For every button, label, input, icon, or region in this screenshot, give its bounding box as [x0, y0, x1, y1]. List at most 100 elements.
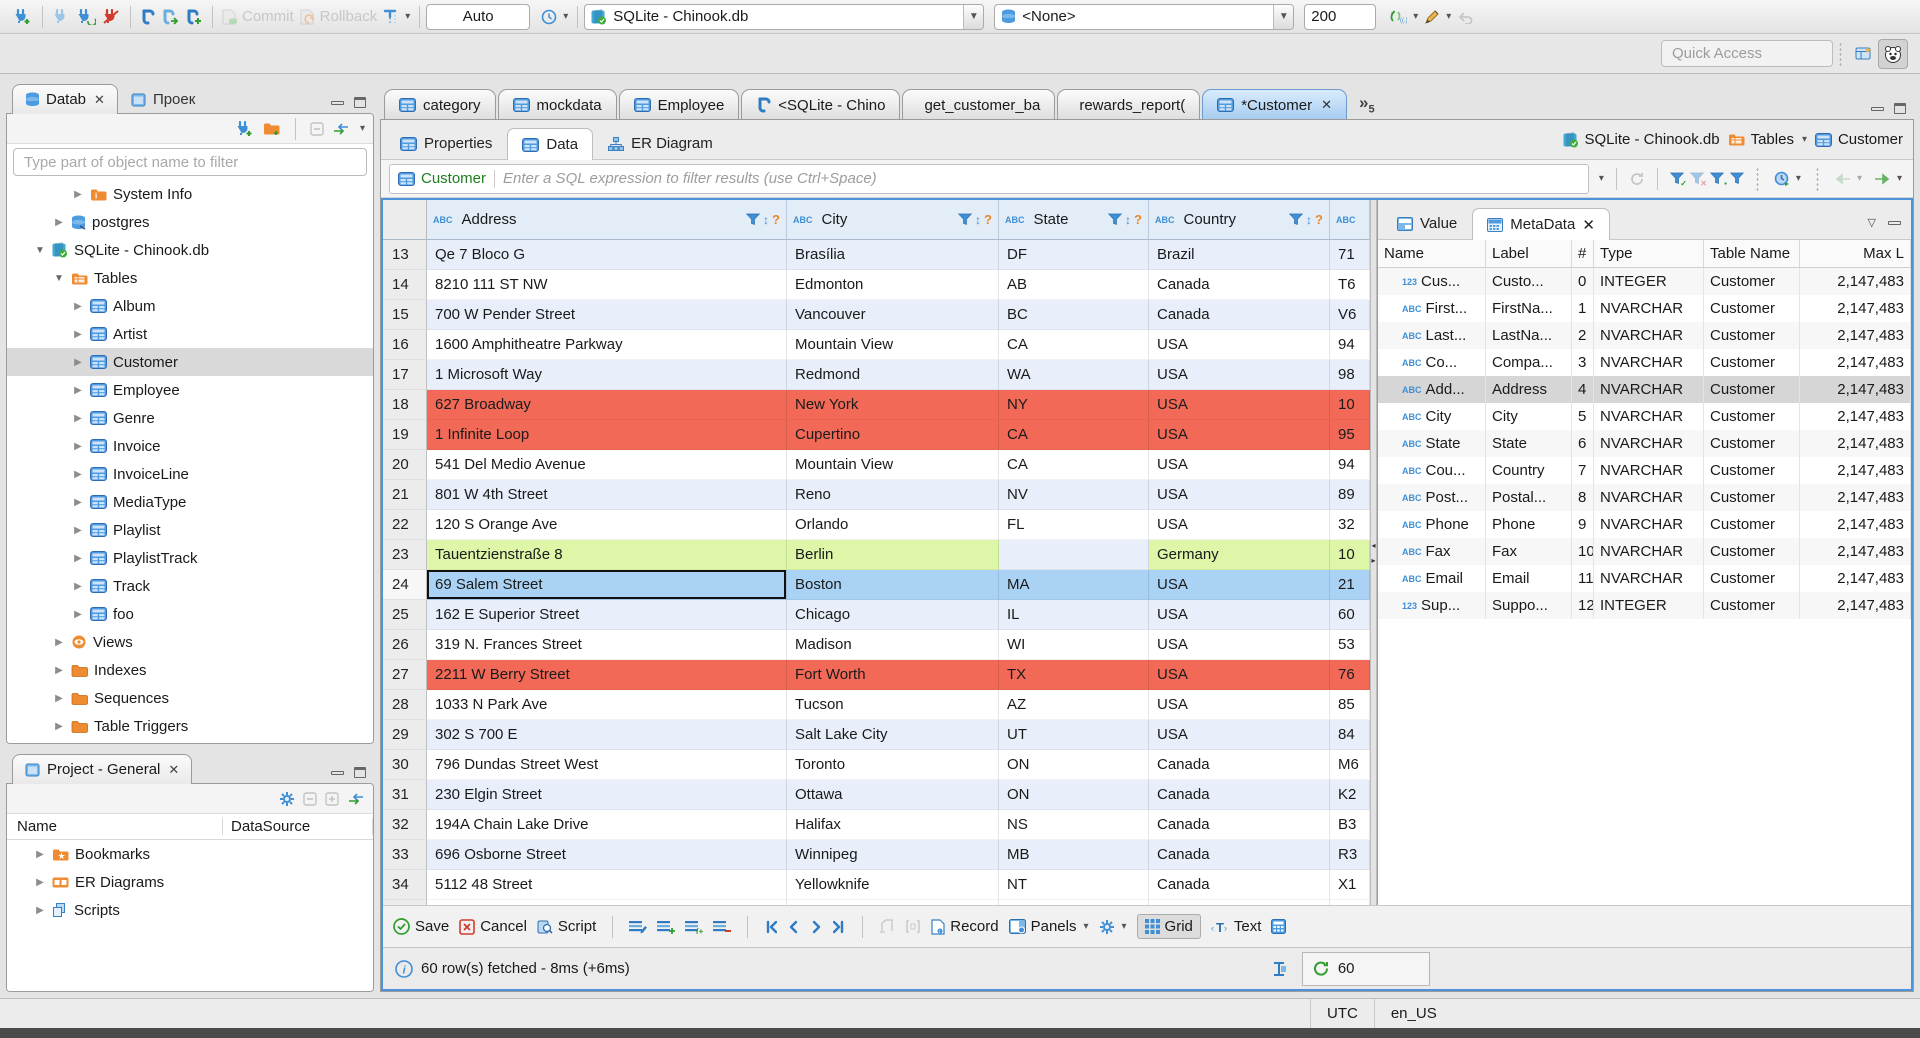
grid-cell[interactable]: Winnipeg — [787, 840, 999, 870]
grid-cell[interactable]: 1033 N Park Ave — [427, 690, 787, 720]
paint-button[interactable]: ▾ — [1421, 7, 1454, 27]
timezone-indicator[interactable]: UTC — [1310, 999, 1374, 1028]
collapse-all-icon[interactable] — [303, 791, 317, 806]
expand-arrow-icon[interactable]: ▶ — [34, 877, 46, 888]
tree-item-er-diagrams[interactable]: ▶ ER Diagrams — [7, 868, 373, 896]
grid-cell[interactable]: 69 Salem Street — [427, 570, 787, 600]
row-number[interactable]: 17 — [383, 360, 427, 390]
grid-cell[interactable]: 32 — [1330, 510, 1370, 540]
grid-cell[interactable]: Fort Worth — [787, 660, 999, 690]
row-number[interactable]: 31 — [383, 780, 427, 810]
grid-cell[interactable]: Canada — [1149, 810, 1330, 840]
connection-selector[interactable]: SQLite - Chinook.db ▼ — [584, 3, 985, 30]
expand-arrow-icon[interactable]: ▶ — [72, 525, 84, 536]
copy-row-button[interactable]: (+) — [685, 920, 703, 934]
fetch-size-input[interactable]: 200 — [1304, 3, 1377, 30]
grid-cell[interactable]: Vancouver — [787, 300, 999, 330]
reconnect-button[interactable]: x="0 0 18 15"> — [73, 7, 99, 27]
row-number[interactable]: 16 — [383, 330, 427, 360]
next-page-button[interactable] — [810, 920, 823, 934]
row-number[interactable]: 25 — [383, 600, 427, 630]
grid-cell[interactable]: 76 — [1330, 660, 1370, 690]
panel-splitter[interactable]: ◂ ▸ — [1370, 200, 1377, 905]
grid-cell[interactable]: Reno — [787, 480, 999, 510]
grid-cell[interactable]: FL — [999, 510, 1149, 540]
expand-arrow-icon[interactable]: ▶ — [34, 905, 46, 916]
save-button[interactable]: Save — [393, 918, 449, 935]
editor-tab-mockdata[interactable]: mockdata — [497, 89, 617, 120]
row-number[interactable]: 15 — [383, 300, 427, 330]
grid-cell[interactable]: USA — [1149, 450, 1330, 480]
grid-cell[interactable]: 60 — [1330, 600, 1370, 630]
grid-cell[interactable]: 94 — [1330, 450, 1370, 480]
column-datasource[interactable]: DataSource — [223, 818, 373, 835]
grid-cell[interactable]: Canada — [1149, 300, 1330, 330]
row-number[interactable]: 34 — [383, 870, 427, 900]
grid-cell[interactable]: V6 — [1330, 300, 1370, 330]
row-number[interactable]: 14 — [383, 270, 427, 300]
metadata-row-phone[interactable]: ABC Phone Phone 9 NVARCHAR Customer 2,147,483 — [1378, 511, 1911, 538]
metadata-row-suppo-[interactable]: 123 Sup... Suppo... 12 INTEGER Customer 2,147,… — [1378, 592, 1911, 619]
tree-item-bookmarks[interactable]: ▶ ★ Bookmarks — [7, 840, 373, 868]
tree-item-postgres[interactable]: ▶ postgres — [7, 208, 373, 236]
expand-arrow-icon[interactable]: ▶ — [72, 441, 84, 452]
tree-item-sequences[interactable]: ▶ Sequences — [7, 684, 373, 712]
grid-cell[interactable]: Berlin — [787, 540, 999, 570]
tree-item-playlist[interactable]: ▶ Playlist — [7, 516, 373, 544]
nav-forward-button[interactable]: ▾ — [1871, 171, 1905, 187]
metadata-menu-icon[interactable]: ▽ — [1868, 216, 1876, 229]
tree-item-table-triggers[interactable]: ▶ Table Triggers — [7, 712, 373, 740]
tab-database-navigator[interactable]: Datab ✕ — [12, 84, 118, 114]
tree-item-playlisttrack[interactable]: ▶ PlaylistTrack — [7, 544, 373, 572]
grid-cell[interactable]: Canada — [1149, 870, 1330, 900]
undo-button[interactable] — [1454, 8, 1477, 26]
tree-item-scripts[interactable]: ▶ Scripts — [7, 896, 373, 924]
maximize-icon[interactable] — [1894, 103, 1906, 114]
column-header-city[interactable]: ABC City ↕? — [787, 200, 999, 240]
minimize-icon[interactable] — [1871, 106, 1884, 111]
grid-cell[interactable]: Tucson — [787, 690, 999, 720]
open-perspective-button[interactable] — [1848, 39, 1878, 69]
grid-cell[interactable]: Germany — [1149, 540, 1330, 570]
expand-all-icon[interactable] — [325, 791, 339, 806]
grid-cell[interactable]: DF — [999, 240, 1149, 270]
grid-cell[interactable]: Brazil — [1149, 240, 1330, 270]
grid-cell[interactable]: Brasília — [787, 240, 999, 270]
editor-tab--customer[interactable]: *Customer ✕ — [1202, 89, 1347, 120]
grid-cell[interactable]: Toronto — [787, 750, 999, 780]
context-object[interactable]: Customer — [1814, 131, 1903, 148]
grid-cell[interactable]: USA — [1149, 600, 1330, 630]
quick-access-input[interactable]: Quick Access — [1661, 40, 1833, 67]
grid-cell[interactable]: USA — [1149, 660, 1330, 690]
schema-selector[interactable]: <None> ▼ — [994, 3, 1295, 30]
grid-cell[interactable]: 5112 48 Street — [427, 870, 787, 900]
metadata-row-email[interactable]: ABC Email Email 11 NVARCHAR Customer 2,147,483 — [1378, 565, 1911, 592]
tree-item-track[interactable]: ▶ Track — [7, 572, 373, 600]
grid-cell[interactable]: 1 Microsoft Way — [427, 360, 787, 390]
grid-cell[interactable]: Canada — [1149, 780, 1330, 810]
context-connection[interactable]: SQLite - Chinook.db — [1563, 131, 1720, 148]
expand-arrow-icon[interactable]: ▶ — [72, 413, 84, 424]
gear-icon[interactable] — [279, 791, 295, 807]
new-connection-button[interactable]: x="0 0 18 15"> — [10, 7, 36, 27]
grid-cell[interactable]: ON — [999, 780, 1149, 810]
fetch-all-button[interactable] — [905, 919, 921, 934]
grid-cell[interactable]: 162 E Superior Street — [427, 600, 787, 630]
grid-cell[interactable] — [999, 540, 1149, 570]
expand-arrow-icon[interactable]: ▶ — [72, 329, 84, 340]
tree-item-data-types[interactable]: ▶Data Types — [7, 740, 373, 743]
meta-column-type[interactable]: Type — [1594, 240, 1704, 267]
script-button[interactable]: Script — [537, 918, 596, 935]
locale-indicator[interactable]: en_US — [1373, 999, 1453, 1028]
row-number[interactable]: 19 — [383, 420, 427, 450]
tree-item-mediatype[interactable]: ▶ MediaType — [7, 488, 373, 516]
grid-cell[interactable]: USA — [1149, 330, 1330, 360]
grid-cell[interactable]: 71 — [1330, 240, 1370, 270]
grid-cell[interactable]: AZ — [999, 690, 1149, 720]
last-page-button[interactable] — [833, 920, 846, 934]
collapse-all-icon[interactable] — [310, 121, 324, 136]
new-connection-icon[interactable]: x="0 0 18 15"> — [235, 120, 255, 137]
grid-cell[interactable]: 8210 111 ST NW — [427, 270, 787, 300]
metadata-row-fax[interactable]: ABC Fax Fax 10 NVARCHAR Customer 2,147,483 — [1378, 538, 1911, 565]
filter-history-dropdown[interactable]: ▾ — [1599, 173, 1604, 184]
